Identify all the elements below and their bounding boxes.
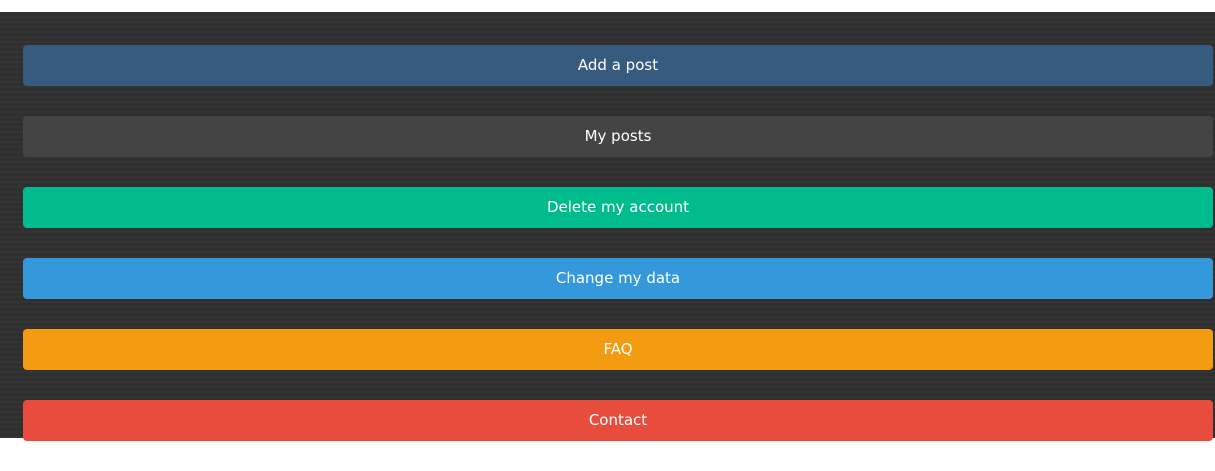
change-data-button[interactable]: Change my data — [23, 258, 1213, 299]
dashboard-panel: Add a post My posts Delete my account Ch… — [0, 12, 1215, 441]
account-menu: Add a post My posts Delete my account Ch… — [23, 45, 1213, 471]
add-post-button[interactable]: Add a post — [23, 45, 1213, 86]
my-posts-button[interactable]: My posts — [23, 116, 1213, 157]
delete-account-button[interactable]: Delete my account — [23, 187, 1213, 228]
faq-button[interactable]: FAQ — [23, 329, 1213, 370]
contact-button[interactable]: Contact — [23, 400, 1213, 441]
